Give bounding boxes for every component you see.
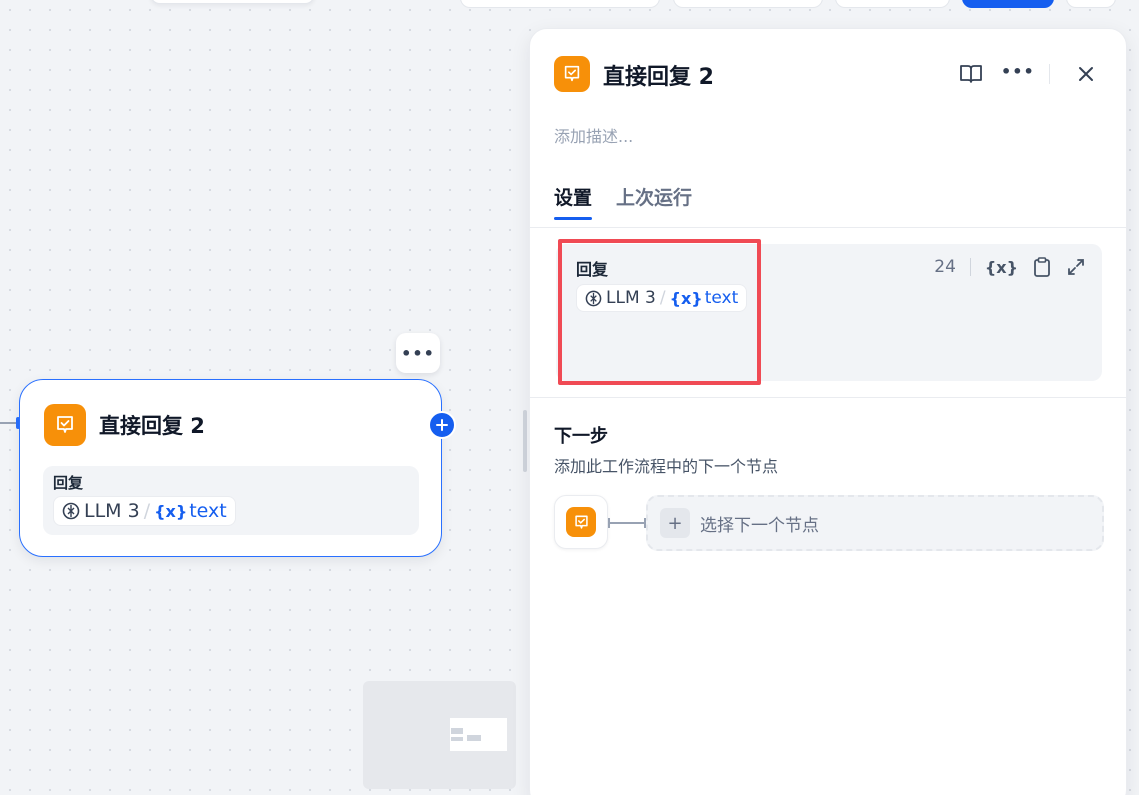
variable-chip: LLM 3 / {x} text	[53, 496, 236, 526]
minimap-node	[451, 737, 463, 741]
variable-name: text	[189, 500, 227, 522]
node-answer-preview: 回复 LLM 3 / {x} text	[43, 466, 419, 535]
variable-icon: {x}	[669, 288, 703, 308]
variable-chip[interactable]: LLM 3 / {x} text	[576, 284, 748, 312]
toolbar-button-4[interactable]	[1066, 0, 1116, 8]
description-input[interactable]: 添加描述...	[554, 123, 633, 147]
node-more-button[interactable]: •••	[396, 333, 440, 373]
answer-check-icon	[554, 56, 590, 92]
publish-button[interactable]	[962, 0, 1054, 8]
variable-source: LLM 3	[84, 500, 140, 522]
answer-node[interactable]: 直接回复 2 回复 LLM 3 / {x} text	[19, 379, 456, 557]
expand-icon[interactable]	[1066, 257, 1086, 277]
toolbar-button-1[interactable]	[460, 0, 660, 8]
toolbar-button-3[interactable]	[835, 0, 950, 8]
next-step-link	[610, 522, 646, 524]
tabs-divider	[530, 227, 1126, 228]
select-next-node-button[interactable]: + 选择下一个节点	[646, 495, 1104, 551]
current-node-badge	[554, 495, 608, 549]
llm-model-icon	[62, 502, 80, 520]
plus-icon	[436, 419, 448, 431]
insert-variable-button[interactable]: {x}	[985, 258, 1018, 277]
variable-source: LLM 3	[606, 288, 656, 308]
variable-separator: /	[659, 288, 666, 308]
char-count: 24	[934, 257, 956, 277]
answer-editor[interactable]: 回复 LLM 3 / {x} text 24 {x}	[556, 244, 1102, 381]
toolbar-button-2[interactable]	[673, 0, 823, 8]
tab-settings[interactable]: 设置	[554, 183, 593, 220]
variable-icon: {x}	[154, 501, 188, 521]
panel-resize-handle[interactable]	[523, 410, 527, 472]
section-divider	[530, 397, 1126, 398]
next-step-title: 下一步	[554, 426, 608, 447]
panel-tabs: 设置 上次运行	[554, 183, 692, 220]
book-open-icon[interactable]	[959, 63, 983, 85]
minimap-node	[451, 728, 463, 734]
panel-more-button[interactable]: •••	[1001, 62, 1035, 81]
canvas-top-widget	[150, 0, 315, 4]
minimap-node	[467, 735, 481, 741]
variable-name: text	[704, 288, 739, 308]
node-settings-panel: 直接回复 2 ••• 添加描述... 设置 上次运行 回复 LLM 3 / {x…	[529, 28, 1127, 795]
tab-last-run[interactable]: 上次运行	[616, 183, 692, 220]
panel-title[interactable]: 直接回复 2	[603, 59, 714, 91]
plus-icon: +	[660, 508, 690, 538]
add-next-node-button[interactable]	[428, 411, 456, 439]
answer-check-icon	[566, 507, 596, 537]
header-divider	[1049, 64, 1050, 84]
toolbar-divider	[969, 258, 971, 276]
select-next-node-label: 选择下一个节点	[700, 515, 819, 536]
answer-check-icon	[44, 404, 86, 446]
node-answer-label: 回复	[53, 474, 84, 492]
answer-toolbar: 24 {x}	[934, 256, 1086, 278]
node-title: 直接回复 2	[99, 414, 205, 438]
llm-model-icon	[585, 290, 602, 306]
close-icon[interactable]	[1075, 63, 1097, 85]
more-icon: •••	[401, 343, 435, 363]
minimap[interactable]	[363, 681, 516, 789]
variable-separator: /	[143, 500, 151, 522]
clipboard-icon[interactable]	[1032, 256, 1052, 278]
next-step-description: 添加此工作流程中的下一个节点	[554, 457, 779, 476]
